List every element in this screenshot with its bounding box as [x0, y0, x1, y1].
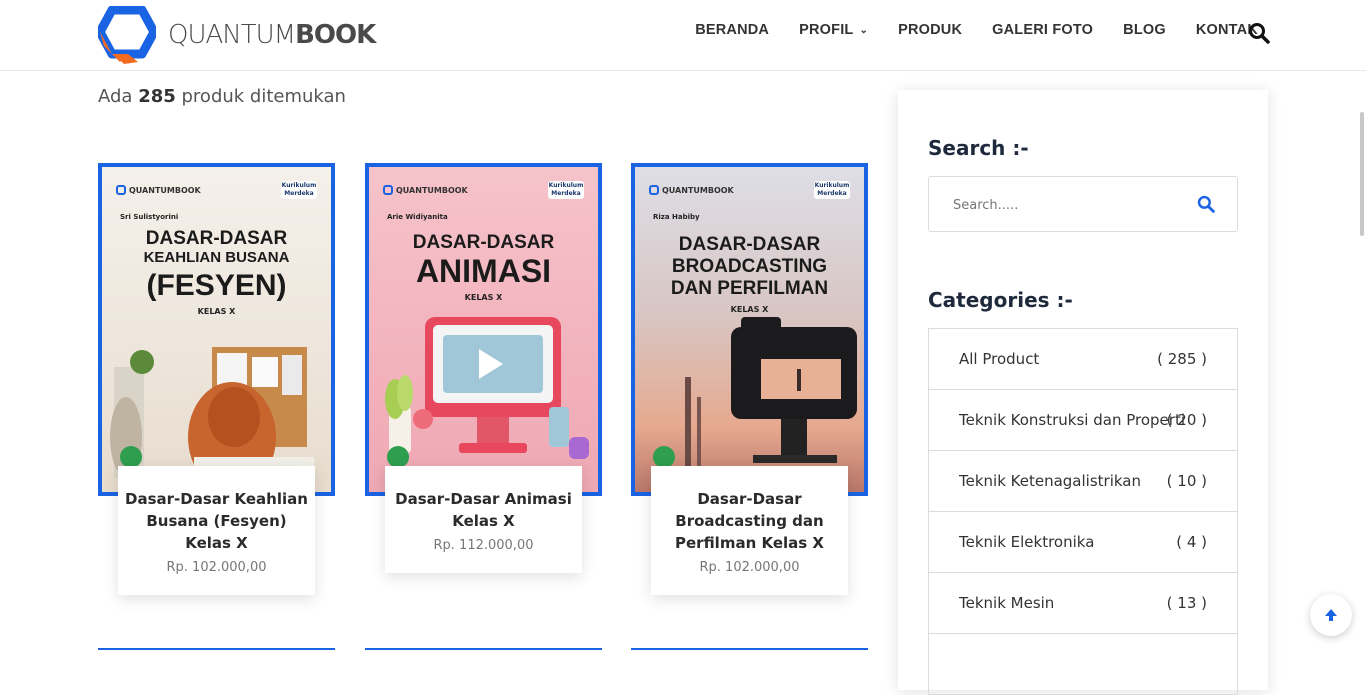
results-suffix: produk ditemukan — [181, 86, 346, 107]
back-to-top-button[interactable] — [1310, 594, 1352, 636]
product-cover[interactable]: QUANTUMBOOK Kurikulum Merdeka Sri Sulist… — [98, 163, 335, 496]
publisher-logo-icon — [120, 446, 142, 468]
nav-item-beranda[interactable]: BERANDA — [695, 22, 769, 38]
cover-title-line: DASAR-DASAR — [678, 234, 821, 255]
cover-badge: Kurikulum Merdeka — [814, 181, 850, 199]
cover-brand-icon — [116, 185, 126, 195]
cover-title-line: ANIMASI — [415, 253, 552, 289]
search-icon — [1197, 195, 1215, 213]
publisher-logo-icon — [653, 446, 675, 468]
cover-title-line: DAN PERFILMAN — [670, 278, 829, 299]
logo-text: QUANTUMBOOK — [168, 20, 376, 50]
category-item[interactable]: Teknik Konstruksi dan Properti ( 20 ) — [929, 390, 1237, 451]
nav-item-produk[interactable]: PRODUK — [898, 22, 962, 38]
cover-author: Riza Habiby — [653, 213, 700, 221]
category-item[interactable] — [929, 634, 1237, 695]
category-name: Teknik Elektronika — [959, 533, 1095, 551]
cover-title-line: BROADCASTING — [671, 256, 828, 277]
cover-class: KELAS X — [197, 307, 236, 316]
nav-item-profil[interactable]: PROFIL ⌄ — [799, 22, 868, 38]
nav-item-blog[interactable]: BLOG — [1123, 22, 1166, 38]
category-name: Teknik Konstruksi dan Properti — [959, 411, 1185, 429]
site-header: QUANTUMBOOK BERANDA PROFIL ⌄ PRODUK GALER… — [0, 0, 1366, 71]
product-card[interactable]: QUANTUMBOOK Kurikulum Merdeka Sri Sulist… — [98, 163, 335, 595]
product-price: Rp. 102.000,00 — [166, 560, 267, 575]
cover-class: KELAS X — [464, 293, 503, 302]
sidebar: Search :- Categories :- All Product ( 28… — [898, 90, 1268, 695]
product-name[interactable]: Dasar-Dasar Keahlian Busana (Fesyen) Kel… — [124, 488, 309, 554]
site-logo[interactable]: QUANTUMBOOK — [95, 5, 376, 64]
category-count: ( 4 ) — [1176, 533, 1207, 551]
cover-title-line: KEAHLIAN BUSANA — [143, 249, 290, 266]
sidebar-categories-title: Categories :- — [928, 288, 1073, 312]
nav-label: GALERI FOTO — [992, 22, 1094, 38]
cover-badge: Kurikulum Merdeka — [281, 181, 317, 199]
category-item[interactable]: Teknik Mesin ( 13 ) — [929, 573, 1237, 634]
cover-brand: QUANTUMBOOK — [649, 185, 734, 195]
search-input[interactable] — [953, 193, 1173, 217]
product-price: Rp. 102.000,00 — [699, 560, 800, 575]
sidebar-search — [928, 176, 1238, 232]
cover-title-line: DASAR-DASAR — [412, 232, 555, 253]
chevron-down-icon: ⌄ — [859, 24, 869, 36]
category-name: Teknik Mesin — [959, 594, 1055, 612]
cover-brand: QUANTUMBOOK — [116, 185, 201, 195]
cover-title-line: (FESYEN) — [146, 269, 287, 302]
category-name: All Product — [959, 350, 1040, 368]
cover-brand-text: QUANTUMBOOK — [662, 185, 734, 195]
publisher-logo-icon — [387, 446, 409, 468]
product-cover[interactable]: QUANTUMBOOK Kurikulum Merdeka Riza Habib… — [631, 163, 868, 496]
category-item[interactable]: All Product ( 285 ) — [929, 329, 1237, 390]
product-name[interactable]: Dasar-Dasar Broadcasting dan Perfilman K… — [657, 488, 842, 554]
product-info[interactable]: Dasar-Dasar Keahlian Busana (Fesyen) Kel… — [118, 466, 315, 595]
results-number: 285 — [138, 86, 176, 107]
product-card[interactable]: QUANTUMBOOK Kurikulum Merdeka Arie Widiy… — [365, 163, 602, 573]
product-info[interactable]: Dasar-Dasar Animasi Kelas X Rp. 112.000,… — [385, 466, 582, 573]
nav-label: PROFIL — [799, 22, 854, 38]
cover-brand-text: QUANTUMBOOK — [129, 185, 201, 195]
product-price: Rp. 112.000,00 — [433, 538, 534, 553]
logo-text-light: QUANTUM — [168, 20, 296, 50]
main-nav: BERANDA PROFIL ⌄ PRODUK GALERI FOTO BLOG … — [665, 22, 1258, 38]
cover-brand-icon — [649, 185, 659, 195]
nav-label: PRODUK — [898, 22, 963, 38]
results-prefix: Ada — [98, 86, 133, 107]
category-list: All Product ( 285 ) Teknik Konstruksi da… — [928, 328, 1238, 695]
logo-text-bold: BOOK — [295, 20, 376, 50]
cover-brand-text: QUANTUMBOOK — [396, 185, 468, 195]
category-item[interactable]: Teknik Elektronika ( 4 ) — [929, 512, 1237, 573]
category-name: Teknik Ketenagalistrikan — [959, 472, 1141, 490]
cover-author: Arie Widiyanita — [387, 213, 448, 221]
cover-brand: QUANTUMBOOK — [383, 185, 468, 195]
sidebar-search-title: Search :- — [928, 136, 1029, 160]
logo-mark-icon — [95, 5, 159, 64]
nav-label: BLOG — [1123, 22, 1166, 38]
category-count: ( 20 ) — [1166, 411, 1207, 429]
cover-class: KELAS X — [730, 305, 769, 314]
results-count: Ada 285 produk ditemukan — [98, 86, 346, 107]
product-info[interactable]: Dasar-Dasar Broadcasting dan Perfilman K… — [651, 466, 848, 595]
product-cover[interactable]: QUANTUMBOOK Kurikulum Merdeka Arie Widiy… — [365, 163, 602, 496]
page-scrollbar[interactable] — [1360, 112, 1364, 236]
cover-badge: Kurikulum Merdeka — [548, 181, 584, 199]
product-card[interactable]: QUANTUMBOOK Kurikulum Merdeka Riza Habib… — [631, 163, 868, 595]
arrow-up-icon — [1325, 609, 1337, 621]
nav-label: BERANDA — [695, 22, 770, 38]
cover-brand-icon — [383, 185, 393, 195]
search-button[interactable] — [1197, 195, 1217, 215]
cover-title-line: DASAR-DASAR — [145, 228, 288, 249]
nav-item-galeri-foto[interactable]: GALERI FOTO — [992, 22, 1093, 38]
product-name[interactable]: Dasar-Dasar Animasi Kelas X — [391, 488, 576, 532]
search-icon[interactable] — [1248, 22, 1270, 44]
category-count: ( 285 ) — [1157, 350, 1207, 368]
category-item[interactable]: Teknik Ketenagalistrikan ( 10 ) — [929, 451, 1237, 512]
category-count: ( 13 ) — [1166, 594, 1207, 612]
cover-author: Sri Sulistyorini — [120, 213, 179, 221]
category-count: ( 10 ) — [1166, 472, 1207, 490]
